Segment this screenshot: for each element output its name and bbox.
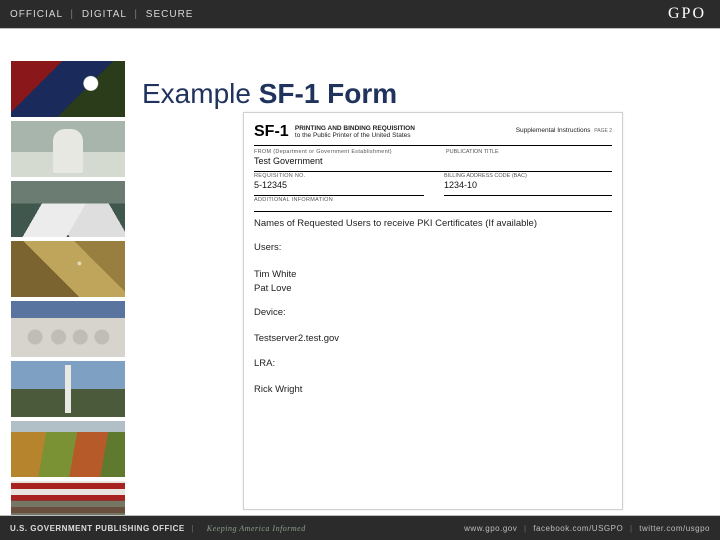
- form-lra-1: Rick Wright: [254, 383, 612, 397]
- top-bar: OFFICIAL | DIGITAL | SECURE GPO: [0, 0, 720, 28]
- form-pubtitle-label: PUBLICATION TITLE: [446, 149, 499, 155]
- form-addl-label: ADDITIONAL INFORMATION: [254, 197, 612, 203]
- thumb-capitol: [11, 121, 125, 177]
- form-body-title: Names of Requested Users to receive PKI …: [254, 217, 612, 231]
- form-row-additional: ADDITIONAL INFORMATION: [254, 197, 612, 212]
- bottombar-link-gpo: www.gpo.gov: [464, 524, 517, 533]
- topbar-word-official: OFFICIAL: [10, 9, 63, 20]
- thumb-mount-rushmore: [11, 301, 125, 357]
- form-user-2: Pat Love: [254, 282, 612, 296]
- form-code: SF-1: [254, 123, 289, 141]
- bottombar-link-twitter: twitter.com/usgpo: [639, 524, 710, 533]
- slide: OFFICIAL | DIGITAL | SECURE GPO Example …: [0, 0, 720, 540]
- form-lra-label: LRA:: [254, 357, 612, 371]
- thumb-mountains: [11, 181, 125, 237]
- separator-pipe: |: [134, 9, 138, 20]
- bottombar-tagline: Keeping America Informed: [207, 524, 306, 533]
- form-req-label: REQUISITION NO.: [254, 173, 424, 179]
- sf1-form-image: SF-1 PRINTING AND BINDING REQUISITION to…: [243, 112, 623, 510]
- form-subtitle-line2: to the Public Printer of the United Stat…: [295, 132, 411, 139]
- separator-pipe: |: [524, 524, 527, 533]
- bottombar-left: U.S. GOVERNMENT PUBLISHING OFFICE | Keep…: [10, 524, 306, 533]
- form-row-from: FROM (Department or Government Establish…: [254, 149, 612, 172]
- form-supplemental-page: PAGE 2: [594, 128, 612, 134]
- topbar-word-digital: DIGITAL: [82, 9, 127, 20]
- thumb-washington-monument: [11, 361, 125, 417]
- form-req-value: 5-12345: [254, 180, 424, 190]
- bottombar-right: www.gpo.gov | facebook.com/USGPO | twitt…: [464, 524, 710, 533]
- separator-pipe: |: [630, 524, 633, 533]
- slide-title-bold: SF-1 Form: [259, 78, 397, 109]
- thumbnail-strip: [11, 61, 125, 537]
- separator-pipe: |: [70, 9, 74, 20]
- slide-title-prefix: Example: [142, 78, 259, 109]
- form-row-requisition: REQUISITION NO. 5-12345: [254, 173, 424, 196]
- slide-title: Example SF-1 Form: [142, 78, 397, 110]
- form-header: SF-1 PRINTING AND BINDING REQUISITION to…: [254, 123, 612, 146]
- thumb-compass-map: [11, 241, 125, 297]
- form-bac-label: BILLING ADDRESS CODE (BAC): [444, 173, 612, 179]
- form-from-label: FROM (Department or Government Establish…: [254, 149, 612, 155]
- form-supplemental-text: Supplemental Instructions: [516, 127, 591, 134]
- bottom-bar: U.S. GOVERNMENT PUBLISHING OFFICE | Keep…: [0, 516, 720, 540]
- form-subtitle-line1: PRINTING AND BINDING REQUISITION: [295, 125, 415, 132]
- bottombar-link-facebook: facebook.com/USGPO: [533, 524, 623, 533]
- form-device-label: Device:: [254, 306, 612, 320]
- form-supplemental: Supplemental Instructions PAGE 2: [516, 127, 612, 134]
- form-from-value: Test Government: [254, 156, 612, 166]
- form-user-1: Tim White: [254, 268, 612, 282]
- gpo-logo-wordmark: GPO: [668, 5, 720, 23]
- form-subtitle: PRINTING AND BINDING REQUISITION to the …: [295, 125, 415, 139]
- topbar-underline: [0, 28, 720, 29]
- separator-pipe: |: [191, 524, 194, 533]
- form-bac-value: 1234-10: [444, 180, 612, 190]
- thumb-autumn-town: [11, 421, 125, 477]
- bottombar-office: U.S. GOVERNMENT PUBLISHING OFFICE: [10, 524, 185, 533]
- form-users-label: Users:: [254, 241, 612, 255]
- form-body: Names of Requested Users to receive PKI …: [254, 217, 612, 397]
- form-device-1: Testserver2.test.gov: [254, 332, 612, 346]
- top-bar-tagline: OFFICIAL | DIGITAL | SECURE: [0, 9, 193, 20]
- thumb-eagle-flag: [11, 61, 125, 117]
- topbar-word-secure: SECURE: [146, 9, 194, 20]
- form-row-bac: BILLING ADDRESS CODE (BAC) 1234-10: [444, 173, 612, 196]
